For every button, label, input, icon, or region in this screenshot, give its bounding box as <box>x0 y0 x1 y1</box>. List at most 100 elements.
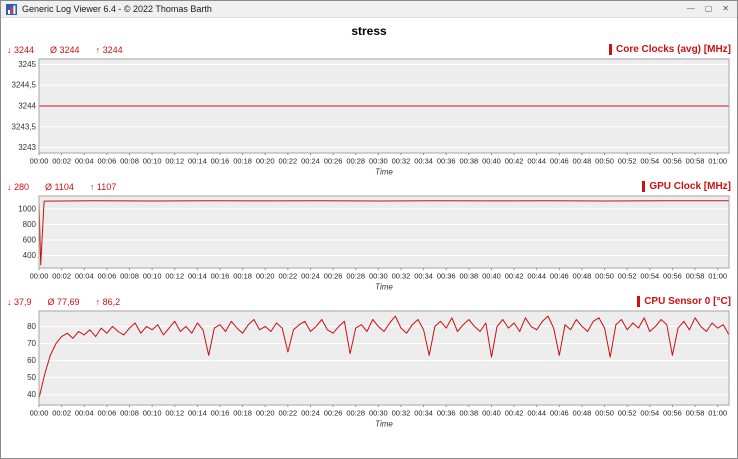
svg-text:00:46: 00:46 <box>550 409 569 418</box>
svg-text:00:16: 00:16 <box>211 409 230 418</box>
svg-text:00:42: 00:42 <box>505 157 524 166</box>
svg-text:00:02: 00:02 <box>52 157 71 166</box>
svg-text:00:00: 00:00 <box>30 409 49 418</box>
svg-text:00:22: 00:22 <box>278 272 297 281</box>
svg-text:00:54: 00:54 <box>640 157 659 166</box>
svg-text:00:38: 00:38 <box>459 409 478 418</box>
svg-text:00:58: 00:58 <box>686 409 705 418</box>
window-controls: — ▢ ✕ <box>687 5 732 13</box>
app-icon <box>6 4 17 15</box>
svg-text:00:36: 00:36 <box>437 157 456 166</box>
svg-text:00:08: 00:08 <box>120 157 139 166</box>
chart-title: CPU Sensor 0 [°C] <box>644 296 731 307</box>
svg-text:00:32: 00:32 <box>392 409 411 418</box>
svg-text:00:46: 00:46 <box>550 157 569 166</box>
svg-text:00:28: 00:28 <box>346 409 365 418</box>
maximize-button[interactable]: ▢ <box>705 5 713 13</box>
svg-text:70: 70 <box>27 339 36 348</box>
svg-text:50: 50 <box>27 373 36 382</box>
stat-max: ↑ 1107 <box>90 182 116 192</box>
svg-text:00:14: 00:14 <box>188 409 207 418</box>
svg-text:00:56: 00:56 <box>663 272 682 281</box>
svg-text:00:48: 00:48 <box>573 157 592 166</box>
stat-min: ↓ 280 <box>7 182 29 192</box>
svg-text:00:06: 00:06 <box>97 272 116 281</box>
minimize-button[interactable]: — <box>687 5 695 13</box>
svg-text:00:10: 00:10 <box>143 272 162 281</box>
svg-text:00:10: 00:10 <box>143 157 162 166</box>
svg-text:00:50: 00:50 <box>595 272 614 281</box>
svg-text:00:40: 00:40 <box>482 157 501 166</box>
stat-avg: Ø 77,69 <box>48 297 80 307</box>
svg-text:00:24: 00:24 <box>301 409 320 418</box>
svg-text:600: 600 <box>23 235 37 244</box>
svg-text:00:18: 00:18 <box>233 157 252 166</box>
svg-text:00:38: 00:38 <box>459 157 478 166</box>
svg-text:00:26: 00:26 <box>324 272 343 281</box>
svg-text:00:48: 00:48 <box>573 272 592 281</box>
svg-text:00:00: 00:00 <box>30 157 49 166</box>
chart-plot-gpu-clock: 400600800100000:0000:0200:0400:0600:0800… <box>5 194 733 293</box>
svg-text:Time: Time <box>375 283 393 292</box>
svg-text:00:04: 00:04 <box>75 157 94 166</box>
chart-stats: ↓ 280 Ø 1104 ↑ 1107 GPU Clock [MHz] <box>5 179 733 194</box>
svg-text:00:58: 00:58 <box>686 157 705 166</box>
svg-text:00:34: 00:34 <box>414 272 433 281</box>
chart-plot-cpu-sensor: 405060708000:0000:0200:0400:0600:0800:10… <box>5 309 733 430</box>
svg-text:00:30: 00:30 <box>369 409 388 418</box>
svg-text:00:34: 00:34 <box>414 157 433 166</box>
svg-text:00:30: 00:30 <box>369 272 388 281</box>
page-title: stress <box>1 18 737 41</box>
chart-title-group: CPU Sensor 0 [°C] <box>637 296 731 307</box>
chart-title: GPU Clock [MHz] <box>649 181 731 192</box>
svg-text:00:22: 00:22 <box>278 409 297 418</box>
svg-text:00:58: 00:58 <box>686 272 705 281</box>
svg-text:00:22: 00:22 <box>278 157 297 166</box>
svg-text:00:44: 00:44 <box>527 272 546 281</box>
svg-text:00:26: 00:26 <box>324 157 343 166</box>
chart-stats: ↓ 37,9 Ø 77,69 ↑ 86,2 CPU Sensor 0 [°C] <box>5 294 733 309</box>
svg-text:Time: Time <box>375 420 393 429</box>
chart-panel-cpu-sensor: ↓ 37,9 Ø 77,69 ↑ 86,2 CPU Sensor 0 [°C] … <box>1 293 737 430</box>
svg-text:00:26: 00:26 <box>324 409 343 418</box>
svg-text:00:16: 00:16 <box>211 157 230 166</box>
chart-title-marker <box>642 181 645 192</box>
svg-text:01:00: 01:00 <box>708 272 727 281</box>
svg-text:01:00: 01:00 <box>708 409 727 418</box>
chart-title-marker <box>637 296 640 307</box>
svg-text:00:56: 00:56 <box>663 157 682 166</box>
svg-text:00:54: 00:54 <box>640 409 659 418</box>
svg-text:00:20: 00:20 <box>256 157 275 166</box>
svg-text:00:06: 00:06 <box>97 157 116 166</box>
svg-text:00:14: 00:14 <box>188 157 207 166</box>
svg-text:3243: 3243 <box>18 143 36 152</box>
svg-text:00:38: 00:38 <box>459 272 478 281</box>
stat-min: ↓ 37,9 <box>7 297 32 307</box>
svg-text:00:24: 00:24 <box>301 272 320 281</box>
svg-text:00:32: 00:32 <box>392 272 411 281</box>
svg-text:00:20: 00:20 <box>256 409 275 418</box>
svg-text:800: 800 <box>23 220 37 229</box>
svg-text:Time: Time <box>375 168 393 177</box>
svg-text:00:48: 00:48 <box>573 409 592 418</box>
svg-text:00:12: 00:12 <box>165 157 184 166</box>
svg-text:3243,5: 3243,5 <box>12 122 37 131</box>
chart-panel-gpu-clock: ↓ 280 Ø 1104 ↑ 1107 GPU Clock [MHz] 4006… <box>1 178 737 293</box>
svg-text:00:50: 00:50 <box>595 409 614 418</box>
svg-text:00:18: 00:18 <box>233 272 252 281</box>
svg-text:00:46: 00:46 <box>550 272 569 281</box>
svg-text:00:06: 00:06 <box>97 409 116 418</box>
chart-plot-core-clocks: 32433243,532443244,5324500:0000:0200:040… <box>5 57 733 178</box>
svg-text:00:34: 00:34 <box>414 409 433 418</box>
svg-text:00:12: 00:12 <box>165 409 184 418</box>
svg-text:00:08: 00:08 <box>120 409 139 418</box>
chart-stats: ↓ 3244 Ø 3244 ↑ 3244 Core Clocks (avg) [… <box>5 42 733 57</box>
svg-text:00:44: 00:44 <box>527 157 546 166</box>
svg-text:00:08: 00:08 <box>120 272 139 281</box>
svg-text:00:52: 00:52 <box>618 272 637 281</box>
close-button[interactable]: ✕ <box>722 5 729 13</box>
svg-text:3245: 3245 <box>18 60 36 69</box>
svg-text:00:52: 00:52 <box>618 157 637 166</box>
svg-text:3244: 3244 <box>18 102 36 111</box>
chart-svg: 400600800100000:0000:0200:0400:0600:0800… <box>5 194 733 293</box>
